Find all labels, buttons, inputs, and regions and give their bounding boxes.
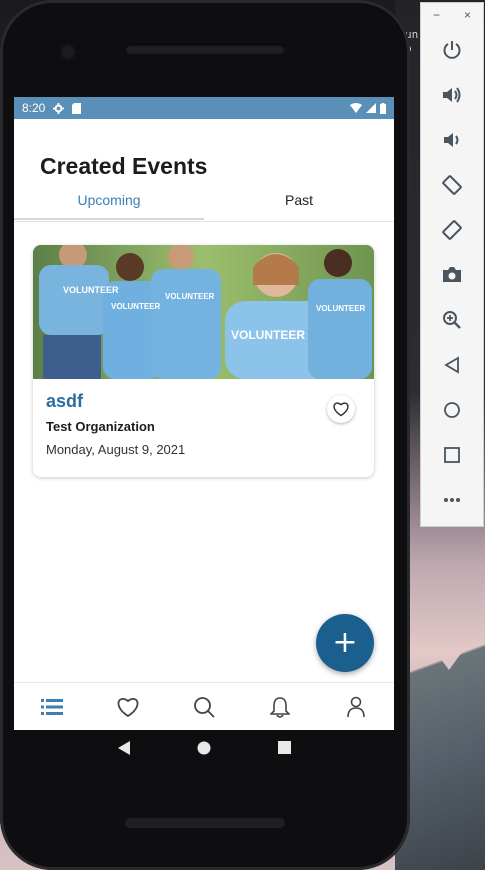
camera-icon — [443, 267, 461, 282]
close-button[interactable]: × — [464, 8, 471, 22]
plus-icon: + — [332, 625, 358, 660]
shirt-text: VOLUNTEER — [231, 328, 305, 342]
overview-button[interactable] — [277, 741, 291, 759]
phone-frame: 8:20 Created Events Upcoming Past VOLUNT… — [0, 0, 410, 870]
zoom-icon — [443, 310, 461, 329]
bottom-navigation — [14, 682, 394, 730]
emulator-back-button[interactable] — [421, 342, 483, 387]
phone-screen: 8:20 Created Events Upcoming Past VOLUNT… — [14, 97, 394, 730]
shirt-text: VOLUNTEER — [111, 302, 161, 311]
rotate-left-button[interactable] — [421, 162, 483, 207]
overview-icon — [277, 741, 291, 754]
event-card[interactable]: VOLUNTEER VOLUNTEER VOLUNTEER VOLUNTEER … — [33, 245, 374, 477]
list-icon — [41, 699, 63, 715]
signal-icon — [366, 103, 376, 113]
volume-up-button[interactable] — [421, 72, 483, 117]
nav-item-list[interactable] — [32, 687, 72, 727]
person-icon — [347, 696, 365, 718]
tab-indicator — [14, 218, 204, 220]
rotate-right-button[interactable] — [421, 207, 483, 252]
tab-upcoming[interactable]: Upcoming — [14, 185, 204, 219]
heart-icon — [117, 698, 139, 718]
home-icon — [197, 741, 211, 754]
zoom-button[interactable] — [421, 297, 483, 342]
overview-icon — [444, 446, 460, 463]
power-button[interactable] — [421, 27, 483, 72]
volume-up-icon — [443, 86, 461, 103]
event-image: VOLUNTEER VOLUNTEER VOLUNTEER VOLUNTEER … — [33, 245, 374, 379]
earpiece-speaker — [125, 44, 285, 54]
emulator-overview-button[interactable] — [421, 432, 483, 477]
nav-item-favorites[interactable] — [108, 687, 148, 727]
heart-icon — [333, 402, 349, 417]
emulator-home-button[interactable] — [421, 387, 483, 432]
event-name[interactable]: asdf — [46, 391, 83, 412]
bottom-speaker — [125, 818, 285, 828]
shirt-text: VOLUNTEER — [63, 285, 119, 295]
search-icon — [194, 697, 215, 718]
emulator-toolbar: − × — [420, 2, 484, 527]
volume-down-button[interactable] — [421, 117, 483, 162]
more-button[interactable] — [421, 477, 483, 522]
event-date: Monday, August 9, 2021 — [46, 442, 186, 457]
tab-bar: Upcoming Past — [14, 185, 394, 222]
android-navigation-bar — [14, 730, 394, 770]
page-title: Created Events — [40, 153, 208, 179]
volume-down-icon — [444, 132, 459, 147]
screenshot-button[interactable] — [421, 252, 483, 297]
shirt-text: VOLUNTEER — [316, 304, 366, 313]
home-button[interactable] — [197, 741, 211, 760]
tab-past[interactable]: Past — [204, 185, 394, 219]
status-time: 8:20 — [22, 101, 46, 115]
back-icon — [118, 740, 131, 755]
back-icon — [444, 355, 459, 374]
add-event-button[interactable]: + — [316, 614, 374, 672]
rotate-right-icon — [442, 219, 462, 240]
nav-item-profile[interactable] — [336, 687, 376, 727]
bell-icon — [270, 697, 290, 718]
back-button[interactable] — [117, 740, 131, 761]
wifi-icon — [350, 103, 362, 113]
shirt-text: VOLUNTEER — [165, 292, 215, 301]
nav-item-notifications[interactable] — [260, 687, 300, 727]
battery-icon — [380, 102, 386, 114]
favorite-button[interactable] — [327, 395, 355, 423]
more-icon — [444, 497, 460, 502]
nav-item-search[interactable] — [184, 687, 224, 727]
status-bar: 8:20 — [14, 97, 394, 119]
minimize-button[interactable]: − — [433, 8, 440, 22]
power-icon — [443, 40, 461, 59]
event-organization: Test Organization — [46, 419, 155, 434]
rotate-left-icon — [442, 174, 462, 195]
settings-icon — [53, 102, 65, 114]
sd-card-icon — [72, 102, 82, 114]
home-icon — [444, 401, 460, 418]
front-camera — [62, 46, 74, 58]
